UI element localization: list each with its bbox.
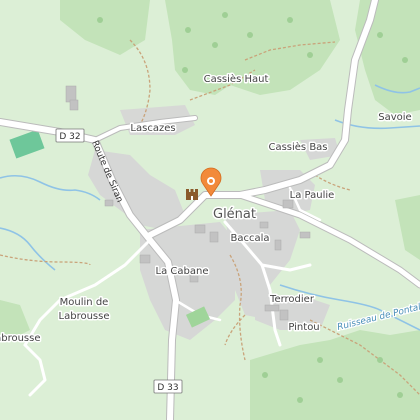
castle-icon [186, 189, 198, 200]
map-canvas[interactable]: D 32 D 33 Route de Siran Cassiès Haut La… [0, 0, 420, 420]
place-la-cabane[interactable]: La Cabane [154, 265, 210, 279]
road-shield-d32: D 32 [55, 128, 85, 143]
place-labrousse[interactable]: Labrousse [0, 332, 42, 346]
place-lascazes[interactable]: Lascazes [129, 122, 177, 136]
svg-text:D 32: D 32 [59, 132, 80, 142]
map-view[interactable]: D 32 D 33 Route de Siran Cassiès Haut La… [0, 0, 420, 420]
place-cassies-haut[interactable]: Cassiès Haut [202, 72, 270, 87]
place-moulin-de-labrousse-line2[interactable]: Labrousse [57, 310, 111, 324]
svg-text:D 33: D 33 [157, 383, 178, 393]
place-baccala[interactable]: Baccala [229, 232, 271, 246]
place-terrodier[interactable]: Terrodier [268, 293, 317, 307]
place-cassies-bas[interactable]: Cassiès Bas [267, 140, 329, 155]
place-moulin-de-labrousse-line1[interactable]: Moulin de [58, 296, 110, 310]
place-pintou[interactable]: Pintou [287, 321, 321, 335]
place-savoie[interactable]: Savoie [377, 111, 413, 125]
road-shield-d33: D 33 [153, 379, 183, 394]
place-glenat[interactable]: Glénat [212, 206, 258, 224]
place-la-paulie[interactable]: La Paulie [288, 189, 336, 203]
